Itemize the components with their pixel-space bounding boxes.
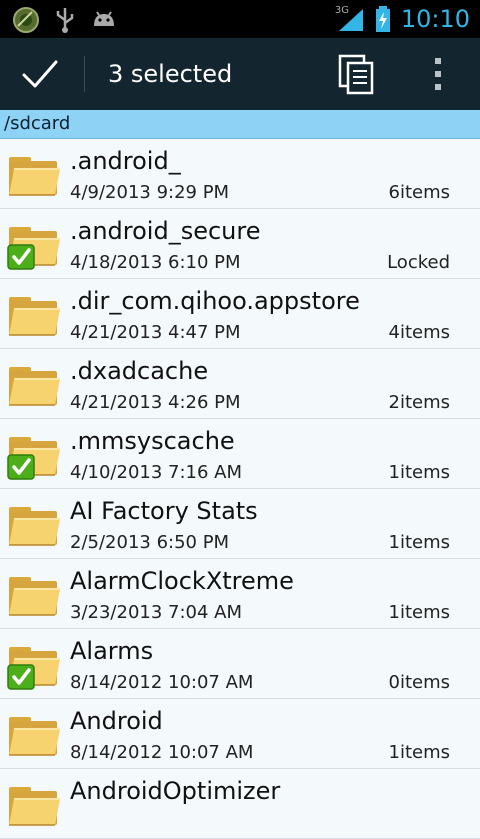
path-bar[interactable]: /sdcard xyxy=(0,110,480,139)
file-name: Alarms xyxy=(70,637,154,665)
file-name: .mmsyscache xyxy=(70,427,235,455)
folder-icon[interactable] xyxy=(6,501,62,551)
file-row-2[interactable]: .dir_com.qihoo.appstore 4/21/2013 4:47 P… xyxy=(0,279,480,349)
file-date: 8/14/2012 10:07 AM xyxy=(70,742,254,763)
copy-button[interactable] xyxy=(330,48,382,100)
overflow-menu-button[interactable] xyxy=(416,48,460,100)
folder-icon[interactable] xyxy=(6,151,62,201)
file-date: 4/9/2013 9:29 PM xyxy=(70,182,230,203)
file-date: 8/14/2012 10:07 AM xyxy=(70,672,254,693)
file-date: 3/23/2013 7:04 AM xyxy=(70,602,243,623)
folder-icon[interactable] xyxy=(6,571,62,621)
file-item-count: 2items xyxy=(388,392,451,413)
folder-icon[interactable] xyxy=(6,221,62,271)
file-name: .dxadcache xyxy=(70,357,209,385)
overflow-menu-icon xyxy=(435,58,441,90)
file-row-7[interactable]: Alarms 8/14/2012 10:07 AM 0items xyxy=(0,629,480,699)
file-name: .android_secure xyxy=(70,217,261,245)
selected-check-icon xyxy=(7,454,35,480)
action-bar: 3 selected xyxy=(0,38,480,110)
file-date: 4/10/2013 7:16 AM xyxy=(70,462,243,483)
folder-icon[interactable] xyxy=(6,431,62,481)
folder-icon[interactable] xyxy=(6,711,62,761)
file-name: AndroidOptimizer xyxy=(70,777,281,805)
file-list[interactable]: .android_ 4/9/2013 9:29 PM 6items .andro… xyxy=(0,139,480,839)
file-row-3[interactable]: .dxadcache 4/21/2013 4:26 PM 2items xyxy=(0,349,480,419)
done-button[interactable] xyxy=(0,38,80,110)
usb-icon xyxy=(56,8,74,33)
current-path: /sdcard xyxy=(4,113,71,134)
android-debug-icon xyxy=(94,11,114,26)
file-row-1[interactable]: .android_secure 4/18/2013 6:10 PM Locked xyxy=(0,209,480,279)
file-row-0[interactable]: .android_ 4/9/2013 9:29 PM 6items xyxy=(0,139,480,209)
system-icons: 3G 10:10 xyxy=(335,4,470,34)
globe-app-icon xyxy=(13,7,39,33)
checkmark-icon xyxy=(22,60,58,88)
file-row-9[interactable]: AndroidOptimizer xyxy=(0,769,480,839)
file-name: AlarmClockXtreme xyxy=(70,567,294,595)
file-item-count: 1items xyxy=(388,532,451,553)
network-type-label: 3G xyxy=(334,5,349,16)
notification-icons xyxy=(12,6,118,34)
file-item-count: 1items xyxy=(388,462,451,483)
selected-check-icon xyxy=(7,244,35,270)
copy-icon xyxy=(338,54,374,95)
signal-indicator: 3G xyxy=(335,5,365,33)
file-date: 4/18/2013 6:10 PM xyxy=(70,252,241,273)
clock: 10:10 xyxy=(400,5,470,33)
folder-icon[interactable] xyxy=(6,291,62,341)
selection-count-title: 3 selected xyxy=(108,60,233,88)
file-date: 4/21/2013 4:47 PM xyxy=(70,322,241,343)
status-bar: 3G 10:10 xyxy=(0,0,480,38)
action-bar-divider xyxy=(84,56,85,92)
file-date: 2/5/2013 6:50 PM xyxy=(70,532,230,553)
folder-icon[interactable] xyxy=(6,361,62,411)
file-item-count: 0items xyxy=(388,672,451,693)
file-name: .dir_com.qihoo.appstore xyxy=(70,287,360,315)
file-name: AI Factory Stats xyxy=(70,497,258,525)
selected-check-icon xyxy=(7,664,35,690)
file-item-count: 6items xyxy=(388,182,451,203)
file-item-count: 4items xyxy=(388,322,451,343)
folder-icon[interactable] xyxy=(6,641,62,691)
file-item-count: 1items xyxy=(388,602,451,623)
folder-icon[interactable] xyxy=(6,781,62,831)
file-item-count: Locked xyxy=(387,252,450,273)
file-row-8[interactable]: Android 8/14/2012 10:07 AM 1items xyxy=(0,699,480,769)
file-name: .android_ xyxy=(70,147,181,175)
file-date: 4/21/2013 4:26 PM xyxy=(70,392,241,413)
file-row-6[interactable]: AlarmClockXtreme 3/23/2013 7:04 AM 1item… xyxy=(0,559,480,629)
battery-charging-icon xyxy=(375,6,390,32)
file-row-4[interactable]: .mmsyscache 4/10/2013 7:16 AM 1items xyxy=(0,419,480,489)
file-item-count: 1items xyxy=(388,742,451,763)
file-row-5[interactable]: AI Factory Stats 2/5/2013 6:50 PM 1items xyxy=(0,489,480,559)
file-name: Android xyxy=(70,707,163,735)
